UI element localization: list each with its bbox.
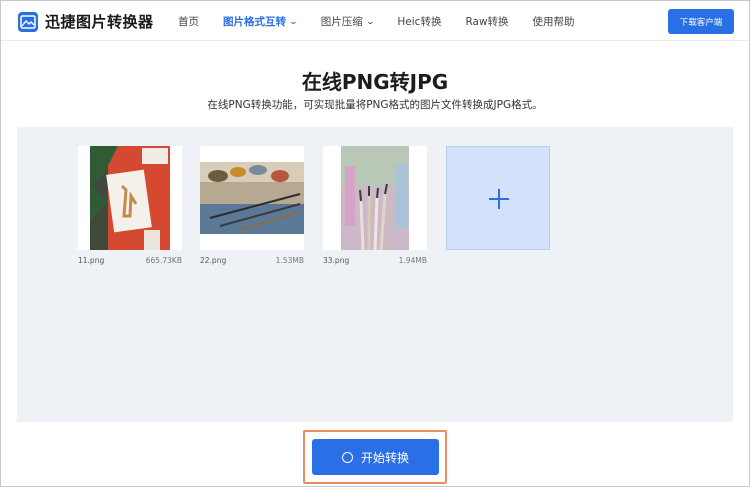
nav-item-raw[interactable]: Raw转换 (465, 14, 508, 29)
plus-icon-vertical (498, 189, 500, 209)
file-card[interactable]: 33.png 1.94MB (323, 146, 427, 265)
nav-item-help[interactable]: 使用帮助 (533, 14, 575, 29)
loading-icon (341, 451, 353, 463)
file-card[interactable]: 11.png 665.73KB (78, 146, 182, 265)
top-header: 迅捷图片转换器 首页 图片格式互转 ⌄ 图片压缩 ⌄ Heic转换 Raw转换 … (1, 1, 749, 41)
file-name: 22.png (200, 256, 227, 265)
nav-label: Heic转换 (397, 15, 442, 28)
upload-panel: 11.png 665.73KB 22.png 1.53MB 33.png 1.9… (17, 127, 733, 422)
nav-item-format-convert[interactable]: 图片格式互转 ⌄ (223, 14, 299, 29)
file-size: 1.94MB (398, 256, 427, 265)
file-thumbnail (78, 146, 182, 250)
app-name: 迅捷图片转换器 (45, 13, 154, 31)
file-name: 11.png (78, 256, 105, 265)
nav-label: 图片压缩 (320, 15, 363, 28)
file-card[interactable]: 22.png 1.53MB (200, 146, 304, 265)
chevron-down-icon: ⌄ (288, 16, 299, 26)
start-convert-button[interactable]: 开始转换 (312, 439, 439, 475)
nav-label: 图片格式互转 (223, 15, 286, 28)
app-logo[interactable]: 迅捷图片转换器 (18, 11, 154, 32)
add-file-button[interactable] (446, 146, 550, 250)
file-name: 33.png (323, 256, 350, 265)
nav-item-compress[interactable]: 图片压缩 ⌄ (320, 14, 375, 29)
file-meta: 33.png 1.94MB (323, 256, 427, 265)
page-subtitle: 在线PNG转换功能，可实现批量将PNG格式的图片文件转换成JPG格式。 (207, 99, 543, 111)
nav-label: Raw转换 (465, 15, 509, 28)
start-button-label: 开始转换 (360, 450, 409, 465)
main-nav: 首页 图片格式互转 ⌄ 图片压缩 ⌄ Heic转换 Raw转换 使用帮助 (178, 1, 599, 41)
nav-label: 首页 (178, 15, 199, 28)
nav-item-heic[interactable]: Heic转换 (397, 14, 441, 29)
file-size: 665.73KB (145, 256, 182, 265)
nav-item-home[interactable]: 首页 (178, 14, 199, 29)
file-size: 1.53MB (275, 256, 304, 265)
file-thumbnail (323, 146, 427, 250)
logo-icon (18, 11, 38, 32)
file-meta: 11.png 665.73KB (78, 256, 182, 265)
page-title: 在线PNG转JPG (301, 70, 449, 94)
file-thumbnail (200, 146, 304, 250)
download-client-button[interactable]: 下载客户端 (668, 9, 734, 34)
nav-label: 使用帮助 (532, 15, 575, 28)
file-meta: 22.png 1.53MB (200, 256, 304, 265)
chevron-down-icon: ⌄ (365, 16, 375, 26)
